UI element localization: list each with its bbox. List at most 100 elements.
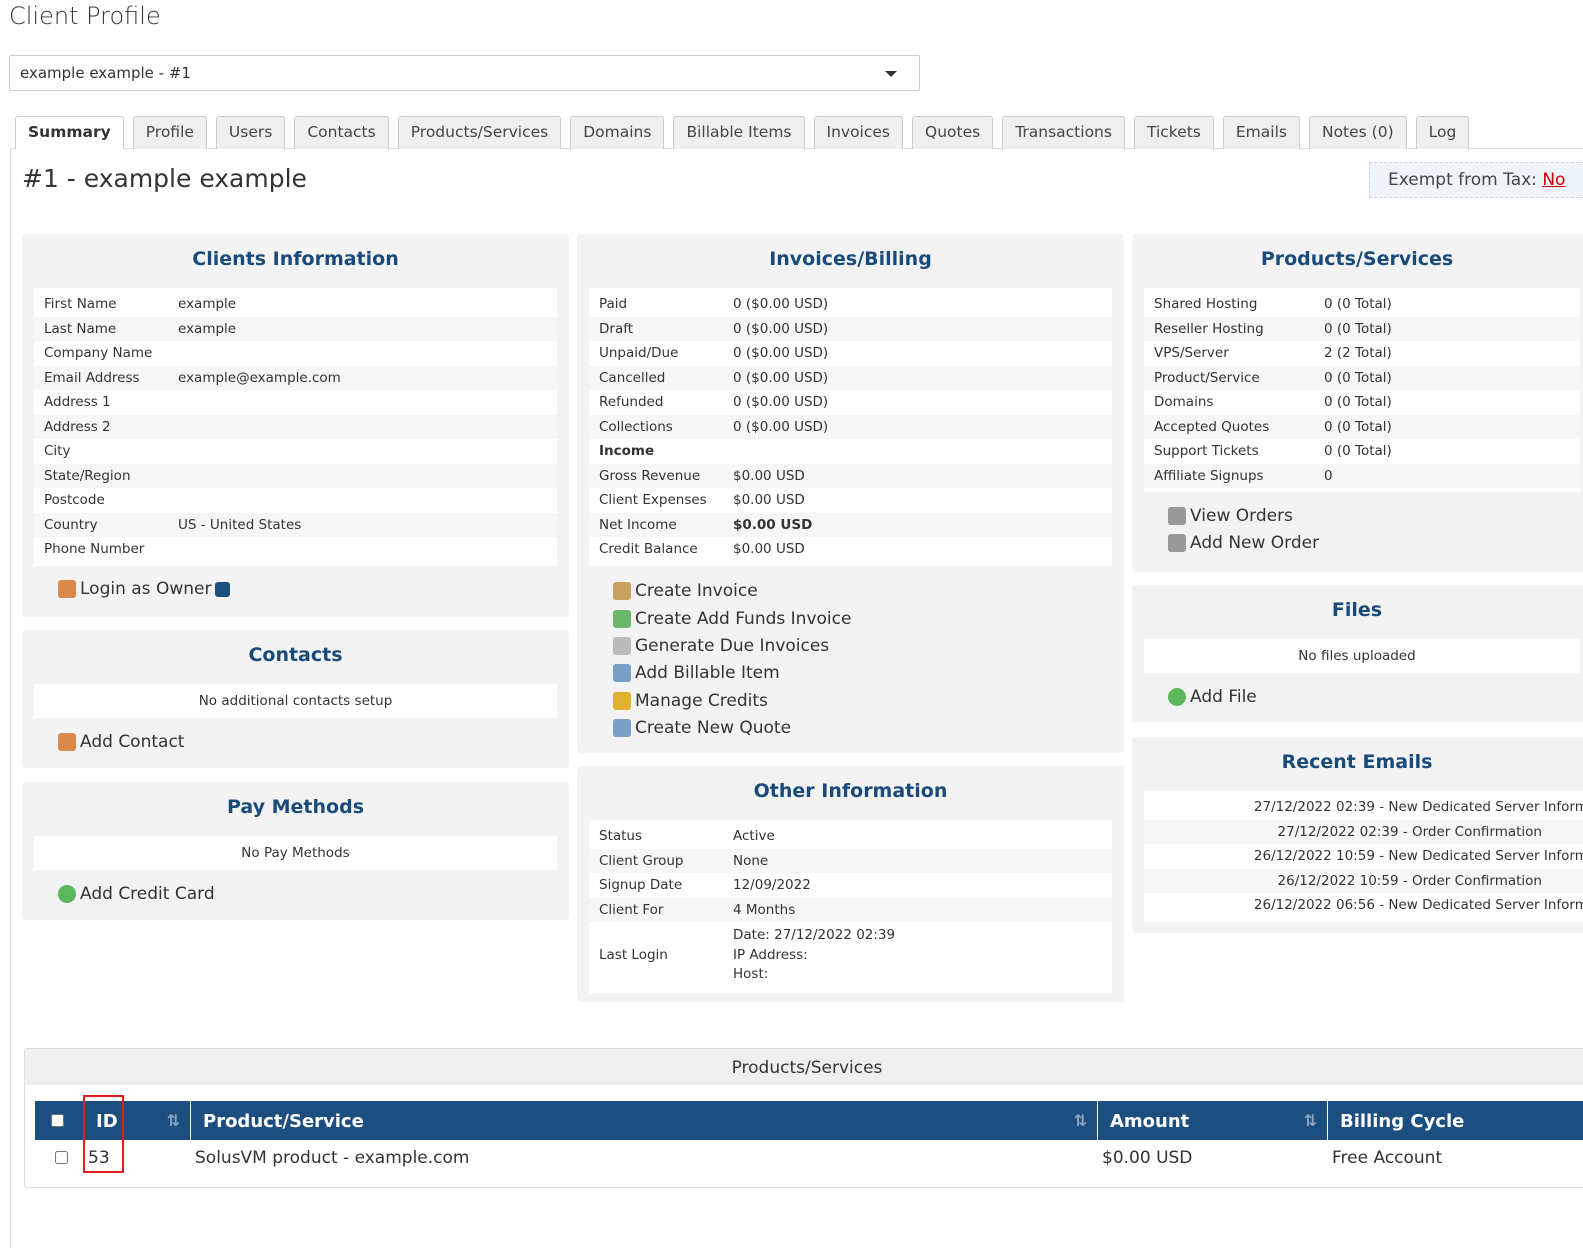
column-amount[interactable]: Amount ⇅ (1098, 1101, 1328, 1140)
service-name-link[interactable]: SolusVM product - example.com (191, 1148, 1098, 1168)
row-checkbox[interactable] (55, 1150, 68, 1164)
contacts-panel: Contacts No additional contacts setup Ad… (22, 630, 569, 768)
row-value: 0 ($0.00 USD) (733, 345, 829, 362)
panel-title: Contacts (248, 644, 343, 666)
row-value: 0 (0 Total) (1324, 296, 1392, 313)
products-services-table: Products/Services ID ⇅ Product/Service ⇅ A… (24, 1048, 1583, 1188)
row-value: None (733, 852, 769, 869)
info-row: Country US - United States (34, 512, 557, 537)
email-label: 26/12/2022 10:59 - Order Confirmation (1277, 872, 1542, 889)
tab-contacts[interactable]: Contacts (294, 116, 389, 149)
row-label: First Name (44, 296, 117, 313)
info-row: Reseller Hosting 0 (0 Total) (1144, 316, 1580, 341)
link-label: Create Invoice (635, 581, 758, 602)
panel-title: Pay Methods (226, 796, 365, 818)
info-row: Income (589, 439, 1112, 464)
row-label: Reseller Hosting (1154, 320, 1264, 337)
tab-quotes[interactable]: Quotes (912, 116, 994, 149)
empty-message: No additional contacts setup (34, 684, 557, 718)
add-file-link[interactable]: Add File (1168, 683, 1583, 710)
plus-icon (58, 884, 76, 903)
tab-summary[interactable]: Summary (15, 116, 124, 149)
row-label: Paid (599, 296, 628, 313)
info-row: Shared Hosting 0 (0 Total) (1144, 292, 1580, 317)
service-billing-cycle: Free Account (1332, 1148, 1443, 1168)
email-link[interactable]: 26/12/2022 06:56 - New Dedicated Server … (1144, 893, 1583, 918)
column-product-service[interactable]: Product/Service ⇅ (191, 1101, 1098, 1140)
info-row: Draft 0 ($0.00 USD) (589, 316, 1112, 341)
tab-domains[interactable]: Domains (570, 116, 665, 149)
manage-credits-link[interactable]: Manage Credits (613, 687, 1124, 714)
info-row: Gross Revenue $0.00 USD (589, 463, 1112, 488)
tab-profile[interactable]: Profile (132, 116, 207, 149)
info-row: First Name example (34, 292, 557, 317)
link-label: Add File (1190, 686, 1257, 707)
info-row: Product/Service 0 (0 Total) (1144, 365, 1580, 390)
email-link[interactable]: 26/12/2022 10:59 - Order Confirmation (1144, 868, 1583, 893)
email-label: 27/12/2022 02:39 - Order Confirmation (1277, 823, 1542, 840)
invoices-billing-panel: Invoices/Billing Paid 0 ($0.00 USD) Draft 0… (577, 234, 1124, 753)
info-row: Affiliate Signups 0 (1144, 463, 1580, 488)
link-label: Login as Owner (80, 579, 212, 600)
tab-billable-items[interactable]: Billable Items (673, 116, 805, 149)
info-row: State/Region (34, 463, 557, 488)
row-value: Date: 27/12/2022 02:39 IP Address: Host: (733, 926, 895, 985)
add-contact-link[interactable]: Add Contact (58, 728, 569, 755)
column-label: Product/Service (203, 1111, 364, 1132)
other-information-panel: Other Information Status Active Client Gro… (577, 766, 1124, 1002)
row-value: 0 (0 Total) (1324, 394, 1392, 411)
service-amount: $0.00 USD (1102, 1148, 1193, 1168)
table-row[interactable]: 53 SolusVM product - example.com $0.00 U… (35, 1143, 1583, 1173)
chevron-down-icon (885, 71, 897, 77)
row-value: 0 (1324, 467, 1333, 484)
login-as-owner-link[interactable]: Login as Owner (58, 576, 569, 603)
tab-log[interactable]: Log (1415, 116, 1470, 149)
add-new-order-link[interactable]: Add New Order (1168, 529, 1583, 556)
email-link[interactable]: 27/12/2022 02:39 - New Dedicated Server … (1144, 795, 1583, 820)
tab-invoices[interactable]: Invoices (813, 116, 903, 149)
row-value: 0 ($0.00 USD) (733, 320, 829, 337)
add-billable-item-link[interactable]: Add Billable Item (613, 660, 1124, 687)
row-label: Shared Hosting (1154, 296, 1258, 313)
client-select[interactable]: example example - #1 (9, 55, 920, 91)
tab-emails[interactable]: Emails (1222, 116, 1300, 149)
tax-exempt-link[interactable]: No (1542, 170, 1565, 190)
panel-title: Invoices/Billing (769, 248, 932, 270)
row-label: City (44, 443, 71, 460)
email-label: 26/12/2022 10:59 - New Dedicated Server … (1253, 848, 1583, 865)
client-heading: #1 - example example (22, 164, 307, 193)
create-invoice-link[interactable]: Create Invoice (613, 578, 1124, 605)
info-row: Signup Date 12/09/2022 (589, 873, 1112, 898)
column-billing-cycle[interactable]: Billing Cycle (1328, 1101, 1583, 1140)
info-row: Refunded 0 ($0.00 USD) (589, 390, 1112, 415)
info-row: Collections 0 ($0.00 USD) (589, 414, 1112, 439)
row-label: Company Name (44, 345, 153, 362)
row-label: Collections (599, 418, 673, 435)
info-row: Email Address example@example.com (34, 365, 557, 390)
row-value: example (178, 320, 237, 337)
row-label: Client For (599, 901, 664, 918)
link-label: Generate Due Invoices (635, 635, 830, 656)
column-label: Billing Cycle (1340, 1111, 1465, 1132)
info-row: Cancelled 0 ($0.00 USD) (589, 365, 1112, 390)
panel-title: Files (1331, 599, 1383, 621)
tab-users[interactable]: Users (215, 116, 286, 149)
new-window-icon[interactable] (215, 581, 231, 597)
row-label: Product/Service (1154, 369, 1260, 386)
tab-transactions[interactable]: Transactions (1002, 116, 1125, 149)
email-link[interactable]: 26/12/2022 10:59 - New Dedicated Server … (1144, 844, 1583, 869)
tab-notes-0-[interactable]: Notes (0) (1308, 116, 1407, 149)
row-label: Credit Balance (599, 541, 698, 558)
info-row: Client Group None (589, 848, 1112, 873)
view-orders-link[interactable]: View Orders (1168, 502, 1583, 529)
tab-tickets[interactable]: Tickets (1133, 116, 1214, 149)
tab-products-services[interactable]: Products/Services (397, 116, 562, 149)
link-label: Add Credit Card (80, 883, 215, 904)
select-all-checkbox[interactable] (51, 1114, 64, 1127)
create-add-funds-invoice-link[interactable]: Create Add Funds Invoice (613, 605, 1124, 632)
generate-due-invoices-link[interactable]: Generate Due Invoices (613, 632, 1124, 659)
email-link[interactable]: 27/12/2022 02:39 - Order Confirmation (1144, 819, 1583, 844)
create-new-quote-link[interactable]: Create New Quote (613, 714, 1124, 741)
row-value: example (178, 296, 237, 313)
add-credit-card-link[interactable]: Add Credit Card (58, 880, 569, 907)
